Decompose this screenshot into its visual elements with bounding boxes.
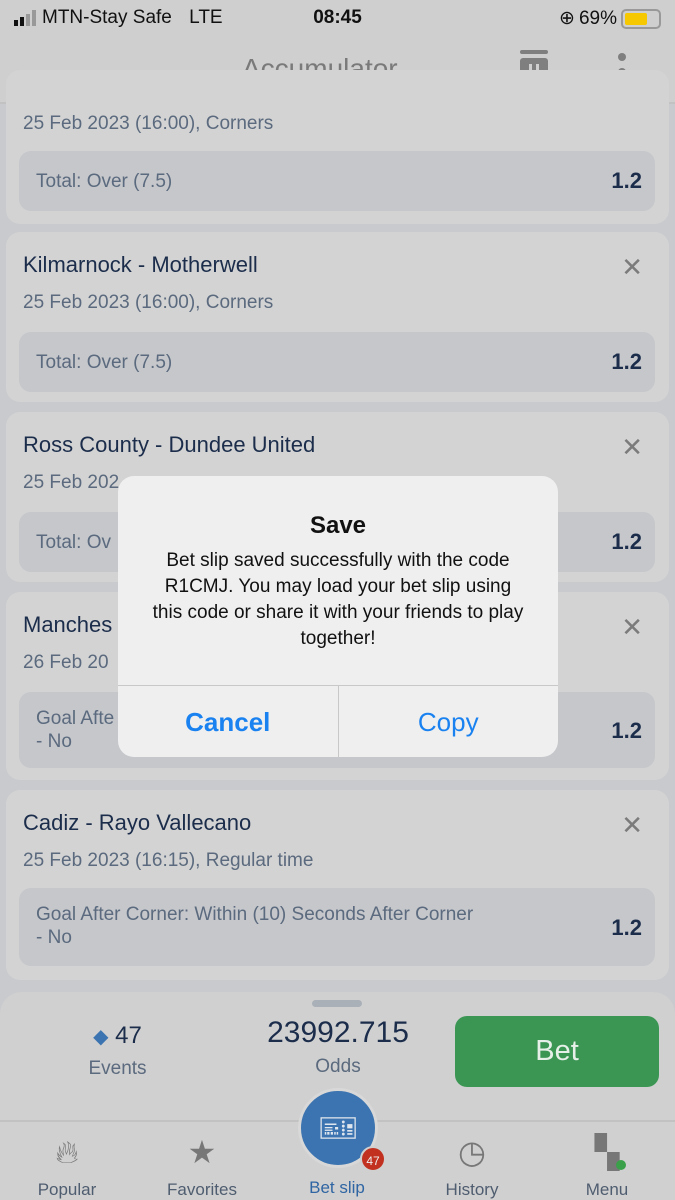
notification-dot bbox=[616, 1160, 626, 1170]
status-bar: MTN-Stay Safe LTE 08:45 ⊕ 69% bbox=[0, 0, 675, 36]
close-icon[interactable]: ✕ bbox=[621, 614, 643, 640]
close-icon[interactable]: ✕ bbox=[621, 434, 643, 460]
total-odds: 23992.715 Odds bbox=[267, 1016, 409, 1077]
ticket-icon: 🎫︎ bbox=[317, 1110, 359, 1146]
bet-slip-badge: 47 bbox=[360, 1146, 386, 1172]
flame-icon: 🔥︎ bbox=[55, 1134, 79, 1170]
bet-button[interactable]: Bet bbox=[455, 1016, 659, 1087]
event-meta: 25 Feb 2023 (16:15), Regular time bbox=[23, 850, 314, 871]
nav-popular[interactable]: 🔥︎ Popular bbox=[7, 1122, 127, 1200]
bet-card: Kilmarnock - Motherwell ✕ 25 Feb 2023 (1… bbox=[6, 232, 669, 402]
orientation-lock-icon: ⊕ bbox=[559, 8, 575, 29]
save-dialog: Save Bet slip saved successfully with th… bbox=[118, 476, 558, 757]
close-icon[interactable]: ✕ bbox=[621, 812, 643, 838]
event-meta: 26 Feb 20 bbox=[23, 652, 109, 673]
grid-icon: ▚ bbox=[594, 1134, 620, 1170]
pick-label: Total: Over (7.5) bbox=[36, 171, 173, 192]
dialog-title: Save bbox=[309, 512, 367, 539]
pick-label: Goal After Corner: Within (10) Seconds A… bbox=[36, 904, 474, 948]
clock-icon: ◷ bbox=[458, 1134, 486, 1170]
nav-menu[interactable]: ▚ Menu bbox=[547, 1122, 667, 1200]
pick-label: Total: Over (7.5) bbox=[36, 352, 173, 373]
nav-favorites[interactable]: ★ Favorites bbox=[142, 1122, 262, 1200]
layers-icon: ◆ bbox=[93, 1026, 109, 1048]
bet-card: Cadiz - Rayo Vallecano ✕ 25 Feb 2023 (16… bbox=[6, 790, 669, 980]
drag-handle[interactable] bbox=[312, 1000, 362, 1007]
event-name: Cadiz - Rayo Vallecano bbox=[23, 810, 252, 835]
pick-odd: 1.2 bbox=[611, 349, 642, 374]
pick-box: Total: Over (7.5) 1.2 bbox=[19, 151, 655, 211]
pick-label: Goal Afte - No bbox=[36, 708, 115, 752]
battery-percent: 69% bbox=[578, 7, 617, 29]
event-meta: 25 Feb 2023 (16:00), Corners bbox=[23, 292, 274, 313]
cancel-button[interactable]: Cancel bbox=[118, 686, 338, 757]
nav-bet-slip-label: Bet slip bbox=[309, 1178, 365, 1197]
nav-history[interactable]: ◷ History bbox=[412, 1122, 532, 1200]
pick-box: Total: Over (7.5) 1.2 bbox=[19, 332, 655, 392]
event-name: Manches bbox=[23, 612, 113, 637]
pick-odd: 1.2 bbox=[611, 718, 642, 743]
pick-odd: 1.2 bbox=[611, 529, 642, 554]
event-meta: 25 Feb 202 bbox=[23, 472, 120, 493]
pick-odd: 1.2 bbox=[611, 915, 642, 940]
battery-icon bbox=[621, 8, 661, 29]
event-name: Kilmarnock - Motherwell bbox=[23, 252, 258, 277]
bet-card: 25 Feb 2023 (16:00), Corners Total: Over… bbox=[6, 70, 669, 224]
star-icon: ★ bbox=[187, 1134, 217, 1170]
pick-box: Goal After Corner: Within (10) Seconds A… bbox=[19, 888, 655, 966]
close-icon[interactable]: ✕ bbox=[621, 254, 643, 280]
pick-label: Total: Ov bbox=[36, 532, 111, 553]
pick-odd: 1.2 bbox=[611, 168, 642, 193]
event-name: Ross County - Dundee United bbox=[23, 432, 316, 457]
events-count: ◆ 47 Events bbox=[88, 1022, 147, 1079]
copy-button[interactable]: Copy bbox=[337, 686, 559, 757]
event-meta: 25 Feb 2023 (16:00), Corners bbox=[23, 113, 274, 134]
dialog-message: Bet slip saved successfully with the cod… bbox=[152, 550, 524, 649]
